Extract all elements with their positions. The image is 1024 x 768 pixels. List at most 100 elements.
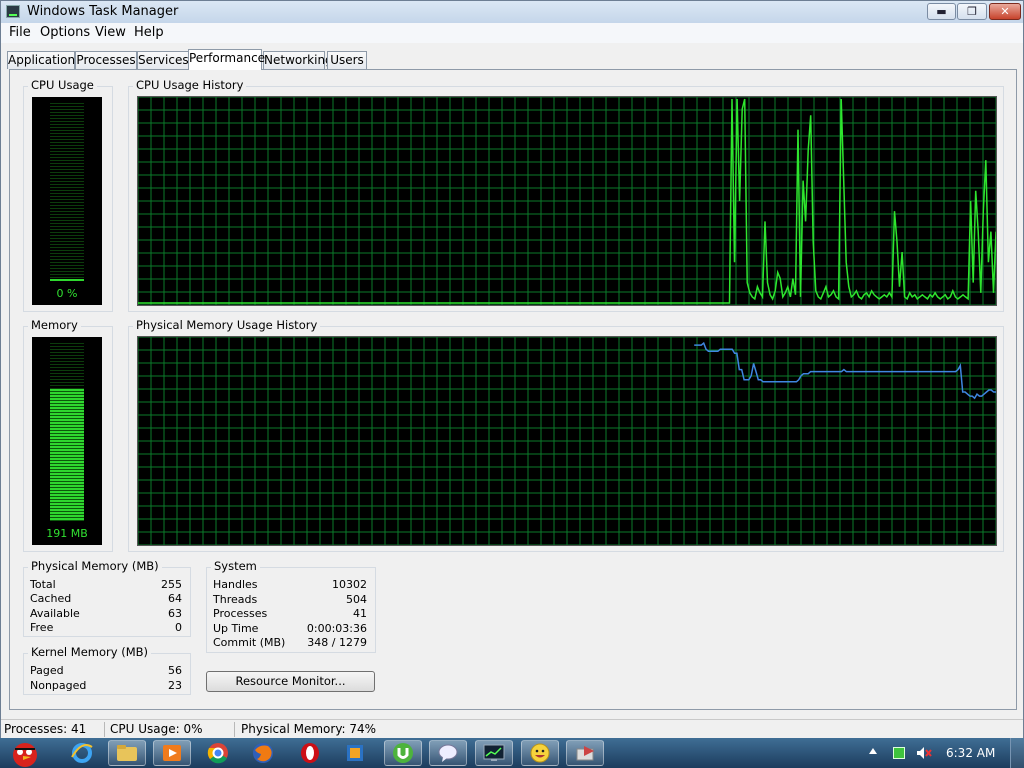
physical-memory-group: Physical Memory (MB) Total 255 Cached 64 A… — [23, 559, 191, 637]
menu-file[interactable]: File — [9, 25, 31, 40]
cpu-usage-value: 0 % — [56, 287, 78, 300]
cpu-meter-fill — [50, 279, 84, 281]
stat-key: Free — [30, 621, 54, 634]
tab-performance[interactable]: Performance — [188, 49, 265, 70]
title-bar[interactable]: Windows Task Manager ▬ ❐ ✕ — [1, 1, 1023, 23]
status-bar: Processes: 41 CPU Usage: 0% Physical Mem… — [1, 719, 1023, 739]
taskbar: 6:32 AM — [0, 738, 1024, 768]
chrome-icon[interactable] — [199, 740, 237, 766]
tab-services[interactable]: Services — [137, 51, 189, 69]
stat-value: 255 — [161, 578, 182, 591]
memory-history-chart — [138, 337, 996, 545]
sys-row-commit: Commit (MB) 348 / 1279 — [213, 636, 367, 650]
stat-value: 56 — [168, 664, 182, 677]
memory-usage-value: 191 MB — [46, 527, 88, 540]
media-player-icon[interactable] — [153, 740, 191, 766]
app-icon[interactable] — [336, 740, 374, 766]
firefox-icon[interactable] — [244, 740, 282, 766]
memory-label: Memory — [28, 318, 81, 332]
stat-row-nonpaged: Nonpaged 23 — [30, 679, 182, 693]
stat-row-cached: Cached 64 — [30, 592, 182, 606]
tray-volume-icon[interactable] — [916, 746, 932, 760]
memory-history-line — [694, 341, 996, 400]
tab-networking[interactable]: Networking — [263, 51, 333, 69]
cpu-usage-group: CPU Usage 0 % — [23, 78, 113, 312]
stat-key: Cached — [30, 592, 72, 605]
smiley-icon[interactable] — [521, 740, 559, 766]
stat-value: 64 — [168, 592, 182, 605]
status-processes: Processes: 41 — [4, 722, 87, 736]
stat-key: Processes — [213, 607, 268, 620]
stat-value: 63 — [168, 607, 182, 620]
stat-key: Threads — [213, 593, 258, 606]
window-title: Windows Task Manager — [27, 4, 179, 19]
stat-value: 0:00:03:36 — [306, 622, 367, 635]
memory-history-grid — [138, 337, 996, 545]
show-desktop-button[interactable] — [1010, 738, 1024, 768]
task-manager-icon — [6, 5, 20, 18]
stat-key: Nonpaged — [30, 679, 87, 692]
sys-row-threads: Threads 504 — [213, 593, 367, 607]
cpu-meter-bars — [50, 103, 84, 281]
tray-network-icon[interactable] — [893, 747, 905, 759]
utorrent-icon[interactable] — [384, 740, 422, 766]
tab-processes[interactable]: Processes — [75, 51, 137, 69]
sys-row-uptime: Up Time 0:00:03:36 — [213, 622, 367, 636]
menu-view[interactable]: View — [95, 25, 126, 40]
memory-history-label: Physical Memory Usage History — [133, 318, 321, 332]
stat-row-paged: Paged 56 — [30, 664, 182, 678]
status-cpu: CPU Usage: 0% — [110, 722, 203, 736]
stat-key: Paged — [30, 664, 64, 677]
kernel-memory-label: Kernel Memory (MB) — [28, 645, 151, 659]
show-hidden-icons-icon[interactable] — [869, 748, 877, 754]
memory-group: Memory 191 MB — [23, 318, 113, 552]
angry-birds-icon[interactable] — [2, 740, 48, 767]
cpu-history-group: CPU Usage History — [128, 78, 1004, 312]
folder-icon[interactable] — [108, 740, 146, 766]
memory-meter-fill — [50, 389, 84, 521]
stat-row-available: Available 63 — [30, 607, 182, 621]
stat-row-free: Free 0 — [30, 621, 182, 635]
status-separator — [104, 722, 105, 737]
stat-value: 23 — [168, 679, 182, 692]
physical-memory-label: Physical Memory (MB) — [28, 559, 162, 573]
resource-monitor-button[interactable]: Resource Monitor... — [206, 671, 375, 692]
stat-key: Total — [30, 578, 56, 591]
tab-applications[interactable]: Applications — [7, 51, 81, 69]
stat-value: 10302 — [332, 578, 367, 591]
sys-row-processes: Processes 41 — [213, 607, 367, 621]
taskbar-clock[interactable]: 6:32 AM — [946, 746, 995, 760]
menu-options[interactable]: Options — [40, 25, 90, 40]
cpu-history-graph — [137, 96, 997, 306]
memory-history-group: Physical Memory Usage History — [128, 318, 1004, 552]
opera-icon[interactable] — [291, 740, 329, 766]
tools-icon[interactable] — [566, 740, 604, 766]
minimize-button[interactable]: ▬ — [927, 3, 956, 20]
sys-row-handles: Handles 10302 — [213, 578, 367, 592]
system-label: System — [211, 559, 260, 573]
stat-key: Up Time — [213, 622, 259, 635]
chat-icon[interactable] — [429, 740, 467, 766]
internet-explorer-icon[interactable] — [63, 740, 101, 766]
tab-users[interactable]: Users — [327, 51, 367, 69]
status-memory: Physical Memory: 74% — [241, 722, 377, 736]
stat-value: 0 — [175, 621, 182, 634]
menu-bar: File Options View Help — [1, 23, 1023, 43]
memory-meter: 191 MB — [32, 337, 102, 545]
task-manager-window: Windows Task Manager ▬ ❐ ✕ File Options … — [0, 0, 1024, 739]
menu-help[interactable]: Help — [134, 25, 164, 40]
close-button[interactable]: ✕ — [989, 3, 1021, 20]
cpu-history-grid — [138, 97, 996, 305]
cpu-usage-meter: 0 % — [32, 97, 102, 305]
stat-value: 348 / 1279 — [307, 636, 367, 649]
stat-key: Commit (MB) — [213, 636, 286, 649]
stat-row-total: Total 255 — [30, 578, 182, 592]
stat-value: 41 — [353, 607, 367, 620]
cpu-history-chart — [138, 97, 996, 305]
system-group: System Handles 10302 Threads 504 Processes… — [206, 559, 376, 653]
cpu-history-label: CPU Usage History — [133, 78, 247, 92]
task-manager-icon[interactable] — [475, 740, 513, 766]
maximize-button[interactable]: ❐ — [957, 3, 987, 20]
performance-panel: CPU Usage 0 % CPU Usage History Memory 1… — [9, 69, 1017, 710]
status-separator — [234, 722, 235, 737]
